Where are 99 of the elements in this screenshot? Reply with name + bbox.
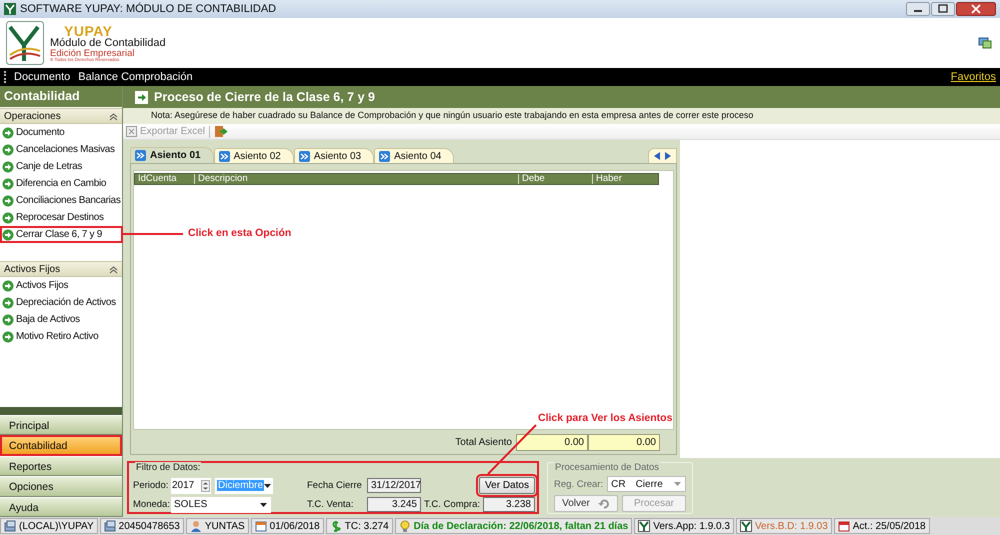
sidebar-item[interactable]: Activos Fijos (0, 277, 122, 294)
total-label: Total Asiento (455, 436, 512, 448)
dropdown-icon (264, 484, 272, 488)
status-text: YUNTAS (204, 520, 245, 532)
dropdown-icon (260, 502, 267, 506)
note-text: Nota: Asegúrese de haber cuadrado su Balance de Comprobación y que ningún usuario este trabajando en esta empresa antes de correr este proceso (123, 108, 1000, 124)
field-label: T.C. Venta: (307, 499, 354, 510)
register-dropdown[interactable]: CR Cierre (607, 476, 686, 492)
tab[interactable]: Asiento 01 (130, 147, 214, 163)
close-icon (956, 2, 996, 16)
sidebar-item[interactable]: Depreciación de Activos (0, 294, 122, 311)
field-label: Periodo: (133, 480, 169, 491)
app-icon (4, 3, 16, 15)
menu-item[interactable]: Documento (14, 71, 70, 83)
year-spinner[interactable]: 2017 (171, 478, 211, 494)
section-title: Operaciones (4, 110, 61, 122)
sidebar-item[interactable]: Documento (0, 124, 122, 141)
status-text: 20450478653 (118, 520, 180, 532)
tab[interactable]: Asiento 04 (374, 148, 454, 163)
right-arrow-icon (664, 151, 672, 161)
nav-button[interactable]: Ayuda (0, 496, 122, 517)
user-icon (190, 520, 202, 532)
sidebar-title: Contabilidad (0, 86, 122, 107)
total-haber-field: 0.00 (588, 434, 660, 450)
sidebar-item[interactable]: Conciliaciones Bancarias (0, 192, 122, 209)
field-label: T.C. Compra: (424, 499, 480, 510)
currency-dropdown[interactable]: SOLES (171, 496, 271, 512)
nav-button[interactable]: Opciones (0, 476, 122, 497)
leader-line (123, 233, 183, 235)
server-icon (104, 520, 116, 532)
status-text: 01/06/2018 (270, 520, 320, 532)
chevrons-icon (135, 150, 146, 161)
section-header[interactable]: Activos Fijos (0, 261, 122, 277)
brand-name: YUPAY (64, 24, 112, 38)
sidebar-item[interactable]: Baja de Activos (0, 311, 122, 328)
undo-icon (598, 498, 610, 510)
minimize-icon (906, 2, 930, 16)
status-text: TC: 3.274 (344, 520, 389, 532)
chevrons-icon (379, 150, 390, 162)
dollar-icon (330, 520, 342, 532)
sidebar-item[interactable]: Canje de Letras (0, 158, 122, 175)
tab[interactable]: Asiento 02 (214, 148, 294, 163)
server-icon (4, 520, 16, 532)
left-arrow-icon (653, 151, 661, 161)
chevrons-icon (298, 150, 310, 162)
nav-button[interactable]: Reportes (0, 456, 122, 476)
column-header[interactable]: Descripcion (194, 174, 518, 184)
status-text: Día de Declaración: 22/06/2018, faltan 21 días (414, 520, 628, 532)
calendar-icon (254, 520, 267, 532)
sidebar-item[interactable]: Cerrar Clase 6, 7 y 9 (0, 226, 123, 243)
back-button[interactable]: Volver (554, 495, 618, 512)
module-name: Módulo de Contabilidad (50, 38, 167, 48)
sidebar-item[interactable]: Motivo Retiro Activo (0, 328, 122, 345)
calendar-icon (838, 520, 850, 532)
splitter-handle[interactable] (0, 407, 122, 416)
exit-icon (214, 125, 228, 138)
logo-icon (740, 520, 752, 532)
group-title: Filtro de Datos: (135, 462, 202, 473)
nav-button[interactable]: Principal (0, 415, 122, 436)
view-data-button[interactable]: Ver Datos (479, 477, 535, 494)
tab-scroll-control[interactable] (648, 148, 677, 163)
field-label: Fecha Cierre (307, 480, 362, 491)
network-icon (978, 37, 992, 49)
status-text: Vers.B.D: 1.9.03 (754, 520, 828, 532)
status-text: (LOCAL)\YUPAY (19, 520, 94, 532)
status-text: Act.: 25/05/2018 (852, 520, 926, 532)
callout-text: Click en esta Opción (188, 227, 292, 239)
callout-text: Click para Ver los Asientos (538, 412, 672, 424)
maximize-icon (931, 2, 955, 16)
panel-title: Proceso de Cierre de la Clase 6, 7 y 9 (154, 90, 375, 104)
nav-button[interactable]: Contabilidad (0, 435, 122, 456)
field-label: Reg. Crear: (554, 478, 604, 490)
sidebar-item[interactable]: Cancelaciones Masivas (0, 141, 122, 158)
spin-arrows-icon (201, 480, 210, 492)
sidebar-item[interactable]: Reprocesar Destinos (0, 209, 122, 226)
dropdown-icon (674, 482, 681, 486)
column-header[interactable]: Debe (518, 174, 592, 184)
tab[interactable]: Asiento 03 (294, 148, 374, 163)
column-header[interactable]: Haber (592, 174, 658, 184)
status-text: Vers.App: 1.9.0.3 (653, 520, 730, 532)
logo-icon (6, 21, 44, 65)
menu-item[interactable]: Balance Comprobación (78, 71, 193, 83)
window-title: SOFTWARE YUPAY: MÓDULO DE CONTABILIDAD (20, 3, 278, 15)
section-title: Activos Fijos (4, 264, 60, 274)
rate-field: 3.238 (483, 497, 535, 512)
chevrons-icon (218, 150, 230, 162)
field-label: Moneda: (133, 499, 169, 510)
spreadsheet-icon (126, 126, 137, 137)
total-debe-field: 0.00 (516, 434, 588, 450)
section-header[interactable]: Operaciones (0, 108, 122, 124)
column-header[interactable]: IdCuenta (135, 174, 194, 184)
favorites-link[interactable]: Favoritos (950, 71, 996, 83)
logo-icon (638, 520, 650, 532)
sidebar-item[interactable]: Diferencia en Cambio (0, 175, 122, 192)
arrow-icon (135, 90, 148, 104)
lightbulb-icon (398, 520, 411, 532)
group-title: Procesamiento de Datos (554, 462, 660, 473)
edition-label: Edición Empresarial (50, 48, 136, 58)
rate-field: 3.245 (367, 497, 421, 512)
